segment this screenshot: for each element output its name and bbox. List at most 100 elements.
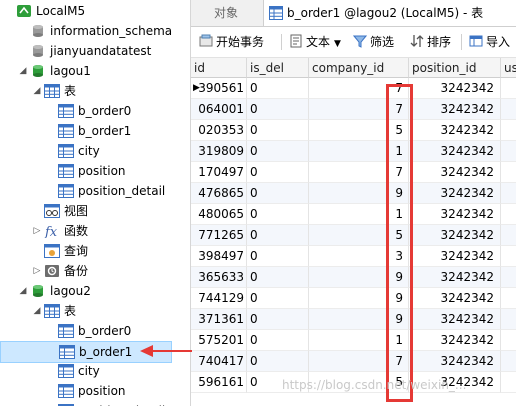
cell-position_id[interactable]: 3242342 <box>409 99 501 120</box>
cell-company_id[interactable]: 7 <box>309 78 409 99</box>
table-row[interactable]: 064001 0 7 3242342 <box>191 99 516 120</box>
tab-table-b-order1[interactable]: b_order1 @lagou2 (LocalM5) - 表 <box>263 0 516 26</box>
cell-is_del[interactable]: 0 <box>247 246 309 267</box>
cell-company_id[interactable]: 5 <box>309 120 409 141</box>
import-button[interactable]: 导入 <box>469 33 510 51</box>
cell-company_id[interactable]: 3 <box>309 246 409 267</box>
tree-item-15[interactable]: ◢ 表 <box>0 301 190 321</box>
expanded-caret-icon[interactable]: ◢ <box>32 301 42 321</box>
column-header-2[interactable]: company_id <box>309 58 409 78</box>
tree-item-2[interactable]: jianyuandatatest <box>0 41 190 61</box>
cell-id[interactable]: 064001 <box>191 99 247 120</box>
cell-position_id[interactable]: 3242342 <box>409 78 501 99</box>
cell-position_id[interactable]: 3242342 <box>409 267 501 288</box>
cell-company_id[interactable]: 7 <box>309 351 409 372</box>
cell-is_del[interactable]: 0 <box>247 183 309 204</box>
table-row[interactable]: 771265 0 5 3242342 <box>191 225 516 246</box>
tree-item-3[interactable]: ◢ lagou1 <box>0 61 190 81</box>
cell-position_id[interactable]: 3242342 <box>409 162 501 183</box>
cell-position_id[interactable]: 3242342 <box>409 225 501 246</box>
tree-item-13[interactable]: ▷ 备份 <box>0 261 190 281</box>
table-row[interactable]: 170497 0 7 3242342 <box>191 162 516 183</box>
cell-us[interactable] <box>501 267 516 288</box>
cell-id[interactable]: 398497 <box>191 246 247 267</box>
cell-is_del[interactable]: 0 <box>247 330 309 351</box>
cell-is_del[interactable]: 0 <box>247 225 309 246</box>
cell-us[interactable] <box>501 225 516 246</box>
cell-is_del[interactable]: 0 <box>247 204 309 225</box>
tree-item-9[interactable]: position_detail <box>0 181 190 201</box>
table-row[interactable]: 480065 0 1 3242342 <box>191 204 516 225</box>
cell-us[interactable] <box>501 162 516 183</box>
collapsed-caret-icon[interactable]: ▷ <box>32 221 42 241</box>
cell-us[interactable] <box>501 141 516 162</box>
cell-position_id[interactable]: 3242342 <box>409 141 501 162</box>
cell-is_del[interactable]: 0 <box>247 288 309 309</box>
tree-item-20[interactable]: position_detail <box>0 401 190 406</box>
column-header-3[interactable]: position_id <box>409 58 501 78</box>
cell-company_id[interactable]: 7 <box>309 162 409 183</box>
cell-id[interactable]: 744129 <box>191 288 247 309</box>
cell-id[interactable]: 740417 <box>191 351 247 372</box>
table-row[interactable]: 575201 0 1 3242342 <box>191 330 516 351</box>
tree-item-8[interactable]: position <box>0 161 190 181</box>
cell-is_del[interactable]: 0 <box>247 78 309 99</box>
cell-id[interactable]: 596161 <box>191 372 247 393</box>
cell-position_id[interactable]: 3242342 <box>409 330 501 351</box>
cell-us[interactable] <box>501 99 516 120</box>
tree-item-4[interactable]: ◢ 表 <box>0 81 190 101</box>
cell-is_del[interactable]: 0 <box>247 99 309 120</box>
table-row[interactable]: 020353 0 5 3242342 <box>191 120 516 141</box>
cell-id[interactable]: 480065 <box>191 204 247 225</box>
table-row[interactable]: 476865 0 9 3242342 <box>191 183 516 204</box>
expanded-caret-icon[interactable]: ◢ <box>18 61 28 81</box>
tab-objects[interactable]: 对象 <box>191 0 261 26</box>
cell-id[interactable]: 771265 <box>191 225 247 246</box>
cell-company_id[interactable]: 5 <box>309 225 409 246</box>
cell-company_id[interactable]: 9 <box>309 309 409 330</box>
collapsed-caret-icon[interactable]: ▷ <box>32 261 42 281</box>
column-header-0[interactable]: id <box>191 58 247 78</box>
cell-us[interactable] <box>501 120 516 141</box>
cell-is_del[interactable]: 0 <box>247 120 309 141</box>
text-button[interactable]: 文本 ▼ <box>289 33 341 51</box>
tree-item-16[interactable]: b_order0 <box>0 321 190 341</box>
tree-item-11[interactable]: ▷ fx 函数 <box>0 221 190 241</box>
table-row[interactable]: 371361 0 9 3242342 <box>191 309 516 330</box>
tree-item-5[interactable]: b_order0 <box>0 101 190 121</box>
cell-id[interactable]: 476865 <box>191 183 247 204</box>
cell-company_id[interactable]: 9 <box>309 183 409 204</box>
expanded-caret-icon[interactable]: ◢ <box>32 81 42 101</box>
cell-id[interactable]: 020353 <box>191 120 247 141</box>
table-row[interactable]: 744129 0 9 3242342 <box>191 288 516 309</box>
table-row[interactable]: ▶ 390561 0 7 3242342 <box>191 78 516 99</box>
tree-item-0[interactable]: LocalM5 <box>0 1 190 21</box>
cell-company_id[interactable]: 9 <box>309 288 409 309</box>
cell-is_del[interactable]: 0 <box>247 141 309 162</box>
cell-id[interactable]: 170497 <box>191 162 247 183</box>
cell-id[interactable]: 575201 <box>191 330 247 351</box>
table-row[interactable]: 319809 0 1 3242342 <box>191 141 516 162</box>
cell-position_id[interactable]: 3242342 <box>409 288 501 309</box>
tree-item-10[interactable]: 视图 <box>0 201 190 221</box>
cell-us[interactable] <box>501 351 516 372</box>
cell-us[interactable] <box>501 183 516 204</box>
tree-item-14[interactable]: ◢ lagou2 <box>0 281 190 301</box>
cell-position_id[interactable]: 3242342 <box>409 120 501 141</box>
cell-position_id[interactable]: 3242342 <box>409 309 501 330</box>
cell-is_del[interactable]: 0 <box>247 309 309 330</box>
table-row[interactable]: 365633 0 9 3242342 <box>191 267 516 288</box>
tree-item-6[interactable]: b_order1 <box>0 121 190 141</box>
table-row[interactable]: 398497 0 3 3242342 <box>191 246 516 267</box>
table-row[interactable]: 740417 0 7 3242342 <box>191 351 516 372</box>
cell-id[interactable]: 365633 <box>191 267 247 288</box>
tree-item-7[interactable]: city <box>0 141 190 161</box>
cell-is_del[interactable]: 0 <box>247 162 309 183</box>
column-header-4[interactable]: us <box>501 58 516 78</box>
cell-id[interactable]: 371361 <box>191 309 247 330</box>
cell-company_id[interactable]: 7 <box>309 99 409 120</box>
cell-us[interactable] <box>501 372 516 393</box>
cell-position_id[interactable]: 3242342 <box>409 246 501 267</box>
cell-us[interactable] <box>501 78 516 99</box>
tree-item-12[interactable]: 查询 <box>0 241 190 261</box>
